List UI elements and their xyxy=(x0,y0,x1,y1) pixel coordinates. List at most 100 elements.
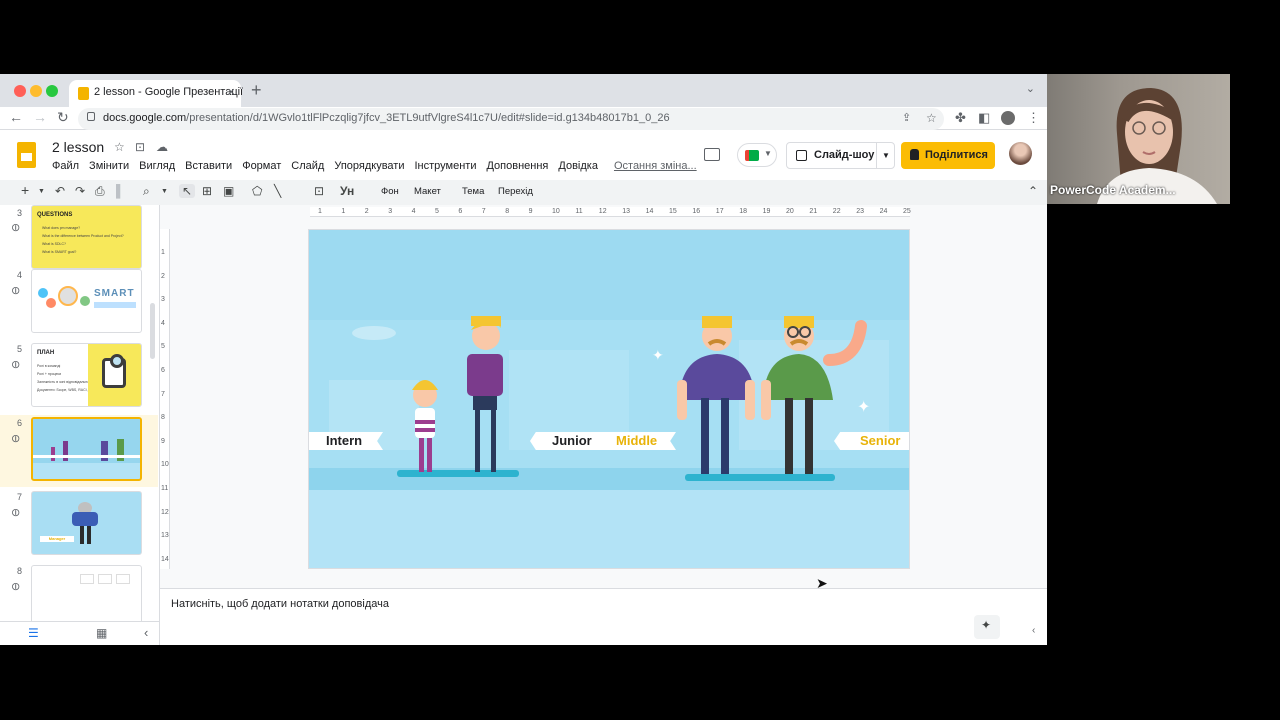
menu-help[interactable]: Довідка xyxy=(558,160,598,176)
link-icon: ⊘ xyxy=(8,357,24,373)
share-button[interactable]: Поділитися xyxy=(901,142,995,169)
profile-avatar-icon[interactable] xyxy=(1001,111,1015,125)
layout-button[interactable]: Макет xyxy=(414,186,441,197)
last-edit-link[interactable]: Остання зміна... xyxy=(614,160,697,176)
ruler-tick-label: 16 xyxy=(692,208,701,215)
menu-edit[interactable]: Змінити xyxy=(89,160,129,176)
speaker-notes-placeholder: Натисніть, щоб додати нотатки доповідача xyxy=(171,598,389,610)
explore-button[interactable] xyxy=(974,615,1000,639)
bookmark-star-icon[interactable]: ☆ xyxy=(926,111,937,125)
menu-insert[interactable]: Вставити xyxy=(185,160,232,176)
collapse-menus-chevron-icon[interactable]: ⌃ xyxy=(1028,184,1038,198)
meet-button[interactable]: ▼ xyxy=(737,143,777,167)
tab-strip: 2 lesson - Google Презентації × + ⌄ xyxy=(0,74,1047,107)
account-avatar[interactable] xyxy=(1009,142,1032,165)
thumb-image xyxy=(31,565,142,629)
ruler-tick-label: 8 xyxy=(505,208,510,215)
minimize-window-button[interactable] xyxy=(30,85,42,97)
share-page-icon[interactable]: ⇪ xyxy=(902,111,911,124)
select-cursor-icon[interactable]: ↖ xyxy=(179,184,196,198)
filmstrip-view-icon[interactable]: ☰ xyxy=(28,626,39,640)
webcam-overlay: PowerCode Academ... xyxy=(1047,74,1230,204)
slideshow-button[interactable]: Слайд-шоу ▼ xyxy=(786,142,895,169)
maximize-window-button[interactable] xyxy=(46,85,58,97)
background-button[interactable]: Фон xyxy=(381,186,399,197)
tab-search-chevron-icon[interactable]: ⌄ xyxy=(1026,82,1035,95)
comments-icon[interactable] xyxy=(704,148,720,161)
extensions-puzzle-icon[interactable]: ✤ xyxy=(955,110,966,126)
ruler-tick-label: 11 xyxy=(575,208,583,215)
vertical-ruler[interactable]: 1 2 3 4 5 6 7 8 9 10 11 12 13 14 xyxy=(160,229,170,569)
address-bar-row: ← → ↻ docs.google.com/presentation/d/1WG… xyxy=(0,107,1047,130)
url-bar[interactable]: docs.google.com/presentation/d/1WGvlo1tl… xyxy=(78,108,944,130)
ruler-tick-label: 6 xyxy=(161,367,165,374)
ruler-tick-label: 8 xyxy=(161,414,165,422)
star-icon[interactable]: ☆ xyxy=(114,140,125,154)
menu-arrange[interactable]: Упорядкувати xyxy=(334,160,404,176)
line-icon[interactable]: ╲ xyxy=(274,184,281,198)
new-tab-button[interactable]: + xyxy=(251,80,262,101)
cloud-saved-icon[interactable]: ☁ xyxy=(156,140,168,154)
transition-button[interactable]: Перехід xyxy=(498,186,533,197)
ruler-tick-label: 9 xyxy=(161,437,165,445)
slides-logo-icon[interactable] xyxy=(17,142,36,168)
ruler-tick-label: 1 xyxy=(161,249,165,256)
lock-icon xyxy=(910,149,919,160)
slide-canvas-area: 1 1 2 3 4 5 6 7 8 9 10 11 12 13 14 15 16 17 18 19 20 21 22 23 24… xyxy=(160,205,1047,591)
document-title[interactable]: 2 lesson xyxy=(52,139,104,155)
image-icon[interactable]: ▣ xyxy=(223,184,234,198)
grid-view-icon[interactable]: ▦ xyxy=(96,626,107,640)
menu-slide[interactable]: Слайд xyxy=(291,160,324,176)
ruler-tick-label: 20 xyxy=(786,208,794,215)
browser-menu-icon[interactable]: ⋮ xyxy=(1027,110,1040,126)
link-icon: ⊘ xyxy=(8,283,24,299)
ruler-tick-label: 4 xyxy=(161,319,165,327)
theme-button[interactable]: Тема xyxy=(462,186,484,197)
slide-thumbnail-7[interactable]: 7 ⊘ Manager xyxy=(0,489,158,561)
lock-icon xyxy=(87,112,95,121)
ruler-tick-label: 4 xyxy=(411,208,416,215)
browser-window: 2 lesson - Google Презентації × + ⌄ ← → … xyxy=(0,74,1047,645)
ruler-tick-label: 22 xyxy=(832,208,841,215)
tab-close-icon[interactable]: × xyxy=(227,84,235,99)
side-panel-expand-icon[interactable]: ‹ xyxy=(1032,625,1035,636)
ruler-tick-label: 11 xyxy=(161,485,169,492)
reload-icon[interactable]: ↻ xyxy=(57,109,69,126)
menu-view[interactable]: Вигляд xyxy=(139,160,175,176)
slideshow-label: Слайд-шоу xyxy=(814,149,875,161)
menu-addons[interactable]: Доповнення xyxy=(486,160,548,176)
back-arrow-icon[interactable]: ← xyxy=(9,109,23,125)
link-icon: ⊘ xyxy=(8,220,24,236)
horizontal-ruler[interactable]: 1 1 2 3 4 5 6 7 8 9 10 11 12 13 14 15 16 17 18 19 20 21 22 23 24… xyxy=(310,207,911,217)
speaker-notes[interactable]: Натисніть, щоб додати нотатки доповідача… xyxy=(160,588,1047,645)
browser-tab[interactable]: 2 lesson - Google Презентації × xyxy=(69,80,243,107)
slideshow-dropdown-icon[interactable]: ▼ xyxy=(882,151,890,160)
menu-file[interactable]: Файл xyxy=(52,160,79,176)
slide-thumbnail-6[interactable]: 6 ⊘ xyxy=(0,415,158,487)
add-comment-icon[interactable]: ⊡ xyxy=(314,184,324,198)
level-banner-intern: Intern xyxy=(309,432,383,450)
zoom-dropdown-icon[interactable]: ▼ xyxy=(161,188,168,195)
menu-format[interactable]: Формат xyxy=(242,160,281,176)
url-text: docs.google.com/presentation/d/1WGvlo1tl… xyxy=(103,112,670,124)
move-folder-icon[interactable]: ⊡ xyxy=(135,140,145,154)
slide-number: 5 xyxy=(17,344,23,354)
svg-text:✦: ✦ xyxy=(857,399,870,416)
menu-tools[interactable]: Інструменти xyxy=(414,160,476,176)
slide-6-canvas[interactable]: ✦ ✦ Intern Junior Middle Senior xyxy=(308,229,910,569)
collapse-panel-icon[interactable]: ‹ xyxy=(144,625,148,640)
link-icon: ⊘ xyxy=(8,579,24,595)
slide-thumbnail-3[interactable]: 3 ⊘ QUESTIONS What does pm manage? What … xyxy=(0,191,158,269)
filmstrip-scrollbar[interactable] xyxy=(150,303,155,359)
ruler-tick-label: 12 xyxy=(598,208,607,215)
text-box-icon[interactable]: ⊞ xyxy=(202,184,212,198)
forward-arrow-icon[interactable]: → xyxy=(33,109,47,125)
slide-thumbnail-4[interactable]: 4 ⊘ SMART xyxy=(0,267,158,339)
shape-icon[interactable]: ⬠ xyxy=(252,184,262,198)
input-tools-icon[interactable]: Ун xyxy=(340,184,354,198)
webcam-name-label: PowerCode Academ... xyxy=(1050,183,1176,197)
side-panel-icon[interactable]: ◧ xyxy=(978,110,990,126)
svg-text:✦: ✦ xyxy=(652,347,664,363)
slide-thumbnail-5[interactable]: 5 ⊘ ПЛАН Ролі в команді Ролі + процеси З… xyxy=(0,341,158,413)
close-window-button[interactable] xyxy=(14,85,26,97)
